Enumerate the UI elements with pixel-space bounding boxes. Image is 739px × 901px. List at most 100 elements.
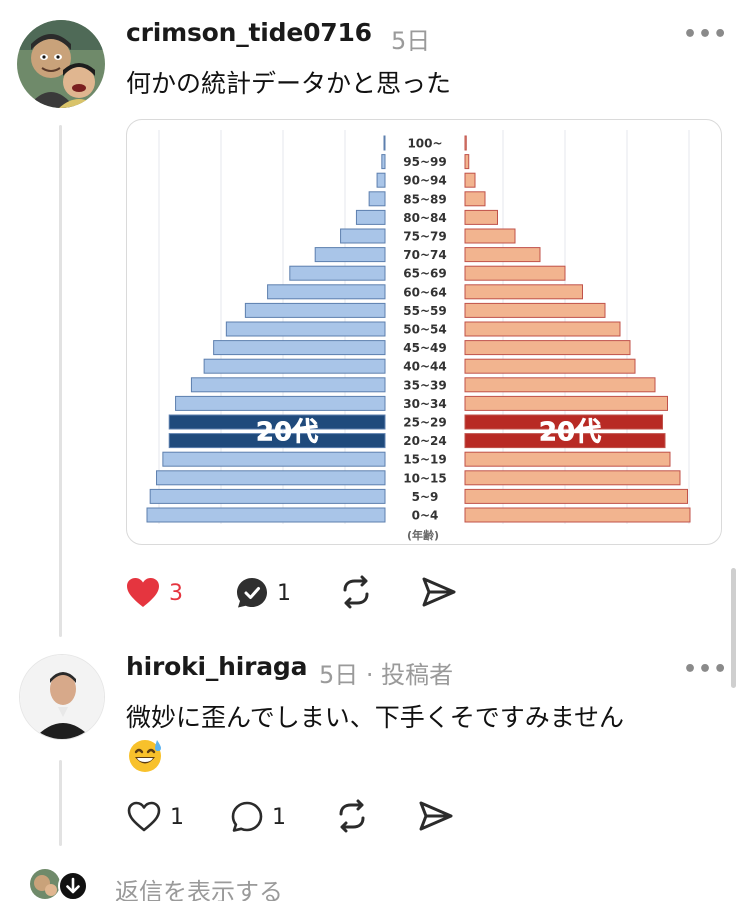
heart-outline-icon bbox=[127, 801, 161, 832]
reply-button[interactable]: 1 bbox=[235, 576, 291, 610]
like-count: 3 bbox=[169, 580, 183, 606]
like-button[interactable]: 1 bbox=[126, 800, 184, 834]
chart-bar-left bbox=[381, 154, 386, 170]
repost-button[interactable] bbox=[338, 575, 374, 609]
chart-bar-right bbox=[464, 358, 636, 374]
chart-bar-left bbox=[190, 377, 386, 393]
chart-bar-left bbox=[203, 358, 386, 374]
chart-category-label: 100~ bbox=[407, 137, 442, 151]
chart-bar-right bbox=[464, 507, 691, 523]
send-icon bbox=[419, 801, 453, 831]
chart-category-label: 70~74 bbox=[403, 248, 446, 262]
chart-bar-right bbox=[464, 451, 671, 467]
chart-category-label: 5~9 bbox=[412, 490, 439, 504]
share-button[interactable] bbox=[421, 576, 457, 608]
chart-category-label: 45~49 bbox=[403, 341, 446, 355]
chart-category-label: 50~54 bbox=[403, 323, 446, 337]
chart-bar-right bbox=[464, 395, 668, 411]
chart-bar-left bbox=[368, 191, 386, 207]
view-replies-link[interactable]: 返信を表示する bbox=[115, 872, 283, 901]
avatar[interactable] bbox=[19, 654, 105, 740]
chart-bar-right bbox=[464, 488, 688, 504]
chart-bar-right bbox=[464, 377, 656, 393]
chart-bar-left bbox=[289, 265, 386, 281]
comment-text: 微妙に歪んでしまい、下手くそですみません bbox=[126, 703, 625, 732]
chart-category-label: 25~29 bbox=[403, 416, 446, 430]
chart-category-label: 40~44 bbox=[403, 360, 446, 374]
chart-category-label: 0~4 bbox=[412, 509, 439, 523]
reply-avatar bbox=[30, 869, 60, 899]
chart-bar-right bbox=[464, 302, 606, 318]
chart-bar-left bbox=[355, 209, 386, 225]
comment-username[interactable]: hiroki_hiraga bbox=[126, 652, 308, 681]
chart-bar-right bbox=[464, 209, 498, 225]
chart-bar-right bbox=[464, 135, 467, 151]
comment-text: 何かの統計データかと思った bbox=[126, 69, 452, 98]
more-options-icon[interactable]: ••• bbox=[683, 22, 728, 47]
scrollbar[interactable] bbox=[731, 568, 736, 688]
reply-icon bbox=[231, 801, 263, 832]
chart-category-label: 90~94 bbox=[403, 174, 446, 188]
repost-icon bbox=[343, 575, 369, 609]
chart-bar-right bbox=[464, 265, 566, 281]
reply-checked-icon bbox=[237, 578, 267, 608]
chart-bar-left bbox=[383, 135, 386, 151]
chart-category-label: 60~64 bbox=[403, 285, 446, 299]
chart-bar-right bbox=[464, 340, 631, 356]
grinning-face-with-sweat-icon bbox=[129, 740, 161, 772]
chart-category-label: 30~34 bbox=[403, 397, 446, 411]
chart-bar-left bbox=[213, 340, 386, 356]
chart-bar-right bbox=[464, 470, 681, 486]
comment-username[interactable]: crimson_tide0716 bbox=[126, 18, 372, 47]
send-icon bbox=[422, 577, 456, 607]
chart-category-label: 80~84 bbox=[403, 211, 446, 225]
heart-icon bbox=[127, 578, 159, 607]
chart-category-label: 95~99 bbox=[403, 155, 446, 169]
population-pyramid-chart: 100~ 95~99 90~94 85~89 80~84 75~79 70~74 65~69 6… bbox=[146, 130, 691, 542]
avatar[interactable] bbox=[17, 20, 105, 108]
chart-category-label: 55~59 bbox=[403, 304, 446, 318]
chart-bar-left bbox=[162, 451, 386, 467]
more-options-icon[interactable]: ••• bbox=[683, 657, 728, 682]
chart-category-label: 75~79 bbox=[403, 230, 446, 244]
chart-bar-right bbox=[464, 154, 470, 170]
reply-count: 1 bbox=[277, 580, 291, 606]
chart-bar-left bbox=[175, 395, 386, 411]
share-button[interactable] bbox=[418, 800, 454, 832]
reply-button[interactable]: 1 bbox=[230, 800, 286, 834]
like-count: 1 bbox=[170, 804, 184, 830]
thread-line bbox=[59, 125, 62, 637]
chart-bar-right bbox=[464, 172, 476, 188]
reply-count: 1 bbox=[272, 804, 286, 830]
repost-icon bbox=[339, 799, 365, 833]
chart-category-label: 35~39 bbox=[403, 378, 446, 392]
chart-category-label: 85~89 bbox=[403, 192, 446, 206]
chart-bar-left bbox=[149, 488, 386, 504]
attached-image[interactable]: 100~ 95~99 90~94 85~89 80~84 75~79 70~74 65~69 6… bbox=[126, 119, 722, 545]
arrow-down-icon bbox=[58, 871, 88, 901]
comment-time-author: 5日 · 投稿者 bbox=[319, 661, 454, 689]
repost-button[interactable] bbox=[334, 799, 370, 833]
chart-bar-right bbox=[464, 191, 486, 207]
chart-category-label: 20~24 bbox=[403, 434, 446, 448]
chart-bar-left bbox=[146, 507, 386, 523]
chart-bar-left bbox=[340, 228, 386, 244]
chart-highlight-label-left: 20代 bbox=[256, 417, 318, 447]
thread-line bbox=[59, 760, 62, 846]
chart-xlabel: (年齢) bbox=[407, 528, 439, 542]
chart-bar-right bbox=[464, 321, 621, 337]
chart-category-label: 15~19 bbox=[403, 453, 446, 467]
chart-bar-left bbox=[156, 470, 386, 486]
chart-bar-left bbox=[267, 284, 386, 300]
chart-category-label: 65~69 bbox=[403, 267, 446, 281]
chart-bar-left bbox=[314, 247, 386, 263]
chart-highlight-label-right: 20代 bbox=[539, 417, 601, 447]
chart-bar-right bbox=[464, 284, 583, 300]
chart-bar-left bbox=[376, 172, 386, 188]
chart-bar-right bbox=[464, 228, 516, 244]
chart-bar-right bbox=[464, 247, 541, 263]
like-button[interactable]: 3 bbox=[125, 576, 183, 610]
chart-bar-left bbox=[225, 321, 386, 337]
comment-time: 5日 bbox=[391, 27, 431, 55]
chart-category-label: 10~15 bbox=[403, 471, 446, 485]
